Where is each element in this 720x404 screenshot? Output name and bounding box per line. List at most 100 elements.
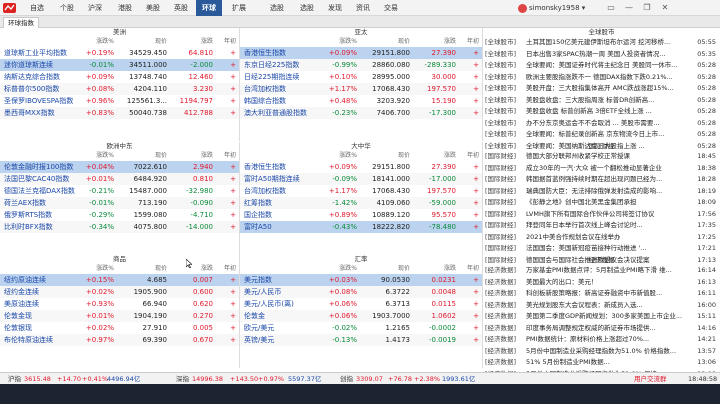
table-row[interactable]: 美元/人民币 +0.08% 6.3722 0.0048 + [240,286,482,298]
col-ytd[interactable]: 年初 [461,151,479,161]
news-item[interactable]: [全球股市] 办不分东京奥运会不不会取消 ... 美股市需要... 05:28 [483,118,720,130]
nav-tab[interactable]: 交易 [378,0,404,16]
table-row[interactable]: 红筹指数 -1.42% 4109.060 -59.000 + [240,197,482,209]
news-item[interactable]: [经济数据] 51% 5月份制造业PMI数据... 13:06 [483,357,720,369]
table-row[interactable]: 墨西哥MXX指数 +0.83% 50040.738 412.788 + [0,107,239,119]
news-item[interactable]: [全球股市] 美股盘收盘：三大股指周涨 标普DR创新高... 05:28 [483,95,720,107]
news-item[interactable]: [全球股市] 美股开盘：三大股指集体高开 AMC跌战涨超15%... 05:28 [483,83,720,95]
table-row[interactable]: 德国法兰克福DAX指数 -0.21% 15487.000 -32.980 + [0,185,239,197]
news-item[interactable]: [全球股市] 欧洲主要股指涨跌不一 德国DAX指数下跌0.21%... 05:28 [483,72,720,84]
news-item[interactable]: [经济数据] PMI数据统计：原材料价格上涨超过70%... 14:21 [483,334,720,346]
news-item[interactable]: [国际财经] 拜登同年日本举行首次线上峰会讨论时... 17:35 [483,220,720,232]
table-row[interactable]: 比利时BFX指数 -0.34% 4075.800 -14.000 + [0,221,239,233]
table-row[interactable]: 迷你道琼斯连续 -0.01% 34511.000 -2.000 + [0,59,239,71]
news-item[interactable]: [全球股市] 土耳其国150亿美元建伊斯坦布尔运河 挖河移桥... 05:55 [483,37,720,49]
news-item[interactable]: [国际财经] LVMH旗下所有国际合作伙伴公司将签订协议 17:56 [483,209,720,221]
table-row[interactable]: 纽约原油连续 +0.15% 4.685 0.007 + [0,274,239,286]
table-row[interactable]: 美元指数 +0.03% 90.0530 0.0231 + [240,274,482,286]
col-price[interactable]: 现价 [112,37,167,47]
news-item[interactable]: [全球股市] 日本出售3家SPAC热潮一周 美国人投资者情况... 05:35 [483,49,720,61]
news-item[interactable]: [国际财经] 法国国会：美国新冠疫苗接种行动推进 '... 17:21 [483,243,720,255]
table-row[interactable]: 伦敦金现 +0.01% 1904.190 0.270 + [0,310,239,322]
nav-tab[interactable]: 资讯 [350,0,376,16]
tab-global-index[interactable]: 环球指数 [3,17,39,28]
col-price[interactable]: 现价 [355,264,410,274]
table-row[interactable]: 东京日经225指数 -0.99% 28860.080 -289.330 + [240,59,482,71]
col-change[interactable]: 涨跌 [408,151,456,161]
news-item[interactable]: [经济数据] 科创板新股策略报：新高证券融资中市新值股... 16:11 [483,288,720,300]
nav-tab[interactable]: 发现 [322,0,348,16]
news-item[interactable]: [全球股市] 全球要闻：标普纪录创新高 京东物流今日上市... 05:28 [483,129,720,141]
nav-tab[interactable]: 美股 [140,0,166,16]
nav-tab[interactable]: 个股 [54,0,80,16]
table-row[interactable]: 日经225期指连续 +0.10% 28995.000 30.000 + [240,71,482,83]
table-row[interactable]: 法国巴黎CAC40指数 +0.01% 6484.920 0.810 + [0,173,239,185]
nav-tab[interactable]: 自选 [24,0,50,16]
col-change[interactable]: 涨跌 [165,37,213,47]
news-item[interactable]: [经济数据] 美国第二季度GDP新闻规划：300多家美国上市企业... 15:11 [483,311,720,323]
minimize-button[interactable]: — [620,0,638,16]
col-price[interactable]: 现价 [355,151,410,161]
col-pct[interactable]: 涨跌% [64,37,114,47]
col-ytd[interactable]: 年初 [461,264,479,274]
news-item[interactable]: [国际财经] 韩国据首蓝例强持续时期在超出现问题已经为... 18:28 [483,174,720,186]
table-row[interactable]: 澳大利亚普通股指数 -0.23% 7406.700 -17.300 + [240,107,482,119]
news-item[interactable]: [全球股市] 美股盘收盘 标普创新高 3倍ETF全线上涨 ... 05:28 [483,106,720,118]
close-button[interactable]: ✕ [656,0,674,16]
news-item[interactable]: [国际财经] 《彭静之地》创中国北美黑金集团承担 18:09 [483,197,720,209]
table-row[interactable]: 俄罗斯RTS指数 -0.29% 1599.080 -4.710 + [0,209,239,221]
col-change[interactable]: 涨跌 [408,264,456,274]
news-item[interactable]: [国际财经] 德国大部分联邦州收紧学校正常授课 18:45 [483,151,720,163]
table-row[interactable]: 圣保罗IBOVESPA指数 +0.96% 125561.3... 1194.797 + [0,95,239,107]
col-pct[interactable]: 涨跌% [307,264,357,274]
nav-tab[interactable]: 港股 [112,0,138,16]
table-row[interactable]: 国企指数 +0.89% 10889.120 95.570 + [240,209,482,221]
col-ytd[interactable]: 年初 [218,264,236,274]
skin-button[interactable]: ▭ [602,0,620,16]
table-row[interactable]: 美元/人民币(离) +0.06% 6.3713 0.0115 + [240,298,482,310]
news-item[interactable]: [经济数据] 美光规划股东大会议程表：新成员入选... 16:00 [483,300,720,312]
col-ytd[interactable]: 年初 [218,37,236,47]
col-ytd[interactable]: 年初 [218,151,236,161]
table-row[interactable]: 台湾加权指数 +1.17% 17068.430 197.570 + [240,185,482,197]
table-row[interactable]: 欧元/美元 -0.02% 1.2165 -0.0002 + [240,322,482,334]
news-item[interactable]: [全球股市] 全球要闻：美国证券时代将主纪念日 美股同一休市... 05:28 [483,60,720,72]
col-change[interactable]: 涨跌 [408,37,456,47]
table-row[interactable]: 富时A50期指连续 -0.09% 18141.000 -17.000 + [240,173,482,185]
col-pct[interactable]: 涨跌% [64,264,114,274]
news-item[interactable]: [国际财经] 2021中美合作规划会议在线举办 17:25 [483,232,720,244]
col-pct[interactable]: 涨跌% [307,151,357,161]
nav-tab[interactable]: 英股 [168,0,194,16]
user-account[interactable]: simonsky1958 ▾ [518,0,585,16]
nav-tab[interactable]: 沪深 [82,0,108,16]
table-row[interactable]: 英镑/美元 -0.13% 1.4173 -0.0019 + [240,334,482,346]
nav-tab[interactable]: 环球 [196,0,222,16]
table-row[interactable]: 伦敦金融时报100指数 +0.04% 7022.610 2.940 + [0,161,239,173]
nav-tab[interactable]: 选股 [264,0,290,16]
col-change[interactable]: 涨跌 [165,151,213,161]
table-row[interactable]: 富时A50 -0.43% 18222.820 -78.480 + [240,221,482,233]
table-row[interactable]: 荷兰AEX指数 -0.01% 713.190 -0.090 + [0,197,239,209]
col-price[interactable]: 现价 [355,37,410,47]
nav-tab[interactable]: 扩展 [226,0,252,16]
col-ytd[interactable]: 年初 [461,37,479,47]
table-row[interactable]: 伦敦银现 +0.02% 27.910 0.005 + [0,322,239,334]
table-row[interactable]: 道琼斯工业平均指数 +0.19% 34529.450 64.810 + [0,47,239,59]
news-item[interactable]: [经济数据] 印度事务局调整规定权威的新证券市场提供... 14:16 [483,323,720,335]
table-row[interactable]: 标普普尔500指数 +0.08% 4204.110 3.230 + [0,83,239,95]
maximize-button[interactable]: ❐ [638,0,656,16]
table-row[interactable]: 美原油连续 +0.93% 66.940 0.620 + [0,298,239,310]
nav-tab[interactable]: 选股 [294,0,320,16]
news-item[interactable]: [国际财经] 瑞典国防大臣：无法排除俄弹发射造成的影响... 18:19 [483,186,720,198]
col-price[interactable]: 现价 [112,264,167,274]
col-pct[interactable]: 涨跌% [307,37,357,47]
table-row[interactable]: 韩国综合指数 +0.48% 3203.920 15.190 + [240,95,482,107]
news-item[interactable]: [经济数据] 万家基金PMI数据点评：5月制造业PMI略下滑 维... 16:14 [483,265,720,277]
table-row[interactable]: 纳斯达克综合指数 +0.09% 13748.740 12.460 + [0,71,239,83]
news-item[interactable]: [经济数据] 5月份中国制造业采购经理指数为51.0% 价格指数... 13:57 [483,346,720,358]
table-row[interactable]: 香港恒生指数 +0.09% 29151.800 27.390 + [240,161,482,173]
table-row[interactable]: 香港恒生指数 +0.09% 29151.800 27.390 + [240,47,482,59]
table-row[interactable]: 伦敦金 +0.06% 1903.7000 1.0602 + [240,310,482,322]
table-row[interactable]: 布伦特原油连续 +0.97% 69.390 0.670 + [0,334,239,346]
col-price[interactable]: 现价 [112,151,167,161]
